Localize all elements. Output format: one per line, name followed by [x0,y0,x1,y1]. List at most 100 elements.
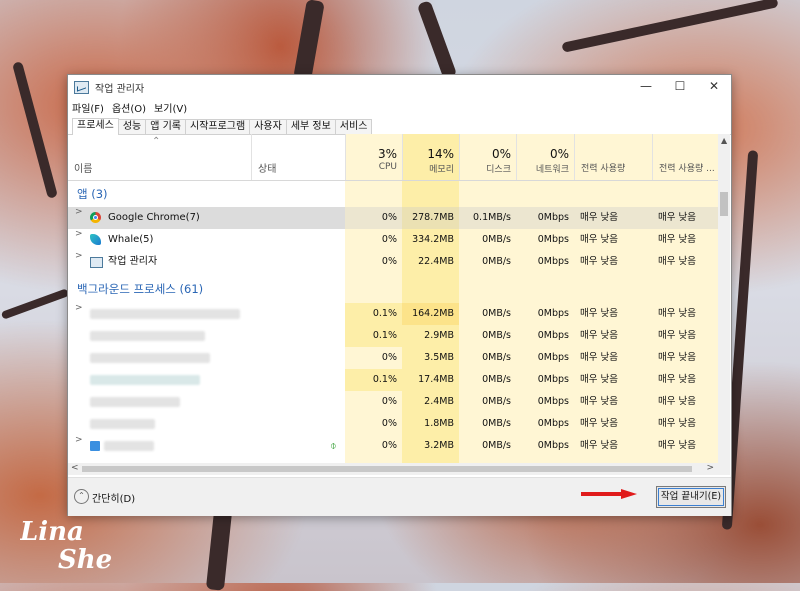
disk-value: 0MB/s [482,374,511,385]
leaf-suspended-icon: ⌽ [330,439,337,452]
table-row[interactable]: 0.1% 17.4MB 0MB/s 0Mbps 매우 낮음 매우 낮음 [68,369,718,391]
end-task-button[interactable]: 작업 끝내기(E) [656,486,726,508]
expand-chevron-icon[interactable]: > [75,303,83,313]
memory-value: 3.5MB [424,352,454,363]
expand-chevron-icon[interactable]: > [75,251,83,261]
power-trend-value: 매우 낮음 [658,212,696,223]
network-value: 0Mbps [537,352,569,363]
expand-chevron-icon[interactable]: > [75,207,83,217]
column-power-trend-header[interactable]: 전력 사용량 ... [652,134,718,180]
scroll-left-icon[interactable]: < [71,463,79,473]
blurred-process-name [90,375,200,385]
table-row[interactable]: > 0.1% 164.2MB 0MB/s 0Mbps 매우 낮음 매우 낮음 [68,303,718,325]
app-icon [90,441,100,451]
tab-services[interactable]: 서비스 [334,119,373,134]
cpu-label: CPU [378,162,397,172]
tab-processes[interactable]: 프로세스 [72,118,119,135]
network-value: 0Mbps [537,330,569,341]
power-trend-value: 매우 낮음 [658,352,696,363]
cpu-value: 0.1% [345,325,402,347]
cpu-value: 0% [381,256,397,267]
memory-value: 2.4MB [424,396,454,407]
table-row[interactable]: 0% 2.4MB 0MB/s 0Mbps 매우 낮음 매우 낮음 [68,391,718,413]
tab-startup[interactable]: 시작프로그램 [185,119,251,134]
tab-app-history[interactable]: 앱 기록 [145,119,186,134]
power-value: 매우 낮음 [580,440,618,451]
scroll-up-icon[interactable]: ▲ [721,136,727,145]
table-row[interactable]: 0% 1.8MB 0MB/s 0Mbps 매우 낮음 매우 낮음 [68,413,718,435]
collapse-chevron-icon[interactable]: ⌃ [74,489,89,504]
disk-value: 0MB/s [482,396,511,407]
table-row[interactable]: > ⌽ 0% 3.2MB 0MB/s 0Mbps 매우 낮음 매우 낮음 [68,435,718,457]
column-network-header[interactable]: 0% 네트워크 [516,134,574,180]
column-power-header[interactable]: 전력 사용량 [574,134,652,180]
red-arrow-annotation [581,489,637,499]
title-bar[interactable]: 작업 관리자 — ☐ ✕ [68,75,731,99]
network-value: 0Mbps [537,374,569,385]
network-value: 0Mbps [537,308,569,319]
network-value: 0Mbps [537,396,569,407]
power-value: 매우 낮음 [580,212,618,223]
minimize-button[interactable]: — [629,75,663,99]
tab-users[interactable]: 사용자 [249,119,287,134]
cpu-value: 0% [381,352,397,363]
disk-value: 0MB/s [482,418,511,429]
horizontal-scrollbar[interactable]: < > [68,463,730,475]
table-row[interactable]: > 작업 관리자 0% 22.4MB 0MB/s 0Mbps 매우 낮음 매우 … [68,251,718,273]
memory-value: 2.9MB [424,330,454,341]
column-name-header[interactable]: 이름 [74,160,92,175]
memory-value: 164.2MB [402,303,459,325]
maximize-button[interactable]: ☐ [663,75,697,99]
power-trend-value: 매우 낮음 [658,418,696,429]
process-name: Whale(5) [108,234,154,245]
background-section-header: 백그라운드 프로세스 (61) [77,282,204,296]
scroll-right-icon[interactable]: > [706,463,714,473]
power-trend-value: 매우 낮음 [658,396,696,407]
task-manager-icon [90,257,103,268]
power-trend-value: 매우 낮음 [658,440,696,451]
vertical-scrollbar[interactable]: ▲ [718,134,730,463]
table-row[interactable]: > Google Chrome(7) 0% 278.7MB 0.1MB/s 0M… [68,207,718,229]
disk-value: 0MB/s [482,330,511,341]
power-value: 매우 낮음 [580,418,618,429]
power-trend-label: 전력 사용량 ... [659,164,715,174]
table-row[interactable]: 0.1% 2.9MB 0MB/s 0Mbps 매우 낮음 매우 낮음 [68,325,718,347]
horizontal-scroll-thumb[interactable] [82,466,692,472]
disk-value: 0MB/s [482,440,511,451]
memory-value: 3.2MB [424,440,454,451]
memory-value: 1.8MB [424,418,454,429]
column-disk-header[interactable]: 0% 디스크 [459,134,516,180]
cpu-value: 0.1% [345,303,402,325]
network-total: 0% [549,147,569,161]
svg-text:Lina: Lina [20,517,84,547]
blurred-process-name [104,441,154,451]
power-trend-value: 매우 낮음 [658,330,696,341]
memory-value: 278.7MB [412,212,454,223]
network-label: 네트워크 [535,165,569,175]
tab-details[interactable]: 세부 정보 [285,119,336,134]
table-row[interactable]: 0% 3.5MB 0MB/s 0Mbps 매우 낮음 매우 낮음 [68,347,718,369]
expand-chevron-icon[interactable]: > [75,229,83,239]
disk-value: 0MB/s [482,308,511,319]
column-cpu-header[interactable]: 3% CPU [345,134,402,180]
svg-text:She: She [58,545,112,572]
disk-value: 0.1MB/s [473,212,511,223]
memory-label: 메모리 [429,165,454,175]
fewer-details-link[interactable]: 간단히(D) [92,490,135,505]
column-memory-header[interactable]: 14% 메모리 [402,134,459,180]
menu-file[interactable]: 파일(F) [72,100,104,115]
memory-value: 17.4MB [418,374,454,385]
disk-value: 0MB/s [482,256,511,267]
process-name: 작업 관리자 [108,256,158,267]
sort-chevron-up-icon: ⌃ [152,136,161,147]
column-status-header[interactable]: 상태 [251,134,346,180]
network-value: 0Mbps [537,256,569,267]
blurred-process-name [90,419,155,429]
vertical-scroll-thumb[interactable] [720,192,728,216]
close-button[interactable]: ✕ [697,75,731,99]
expand-chevron-icon[interactable]: > [75,435,83,445]
table-row[interactable]: > Whale(5) 0% 334.2MB 0MB/s 0Mbps 매우 낮음 … [68,229,718,251]
tab-performance[interactable]: 성능 [117,119,147,134]
menu-view[interactable]: 보기(V) [154,100,187,115]
menu-options[interactable]: 옵션(O) [112,100,146,115]
